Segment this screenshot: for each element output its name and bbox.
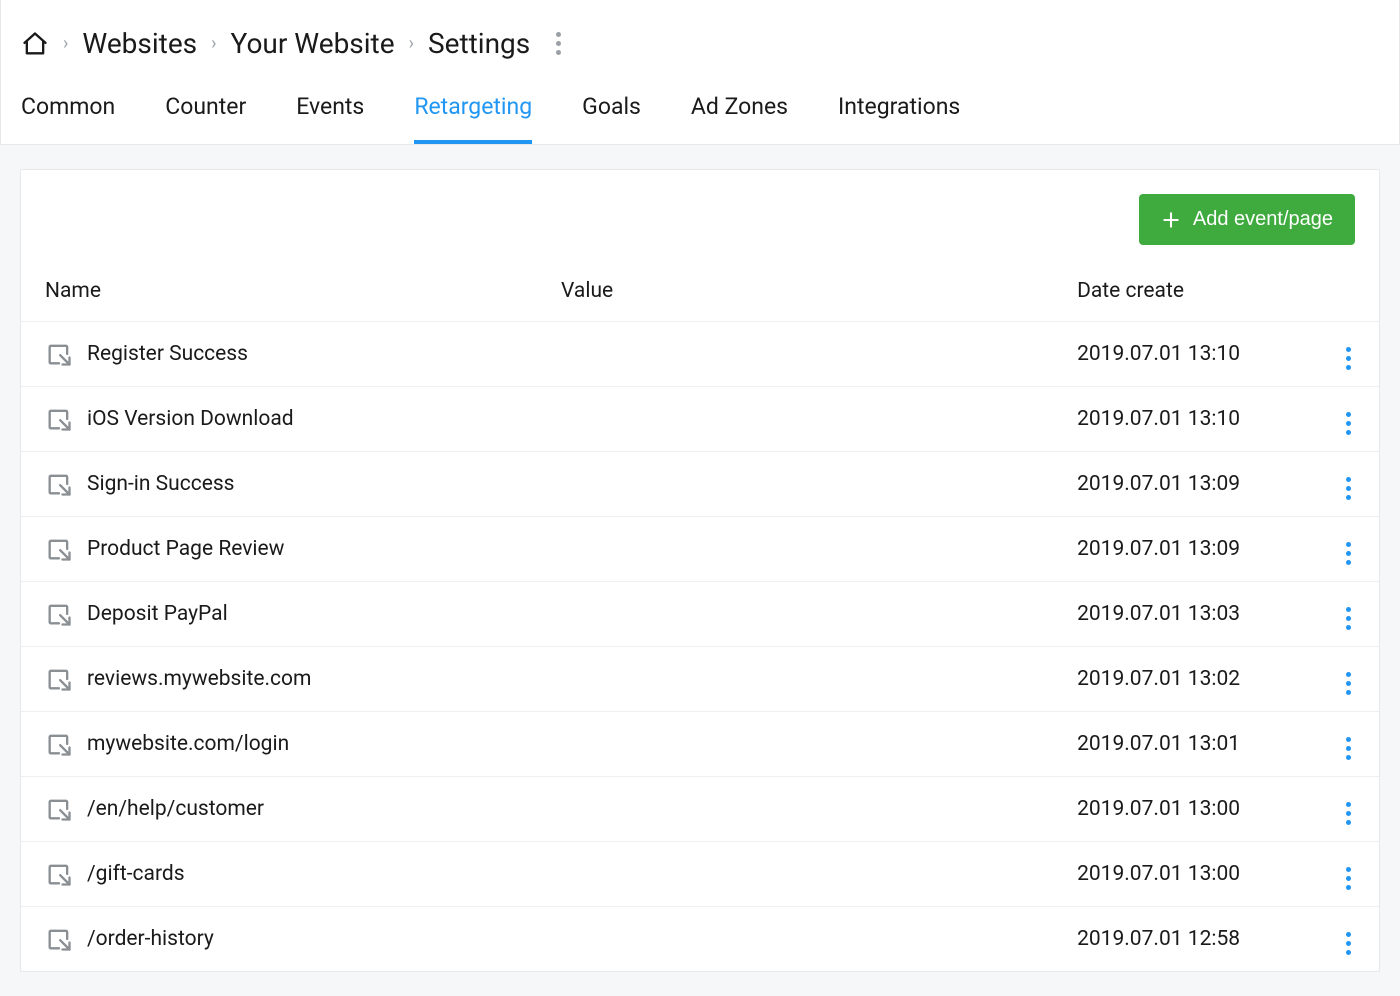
chevron-right-icon: › [63, 33, 68, 54]
chevron-right-icon: › [211, 33, 216, 54]
row-value [537, 582, 1053, 647]
row-value [537, 517, 1053, 582]
row-name: Register Success [87, 342, 248, 366]
table-row[interactable]: mywebsite.com/login 2019.07.01 13:01 [21, 712, 1379, 777]
row-actions-menu-icon[interactable] [1342, 928, 1355, 959]
breadcrumb-settings[interactable]: Settings [428, 27, 530, 60]
chevron-right-icon: › [409, 33, 414, 54]
page-cursor-icon [45, 535, 73, 563]
page-header: › Websites › Your Website › Settings Com… [0, 0, 1400, 145]
row-actions-menu-icon[interactable] [1342, 733, 1355, 764]
column-header-date: Date create [1053, 255, 1297, 322]
table-row[interactable]: /order-history 2019.07.01 12:58 [21, 907, 1379, 972]
page-cursor-icon [45, 340, 73, 368]
table-row[interactable]: Register Success 2019.07.01 13:10 [21, 322, 1379, 387]
row-name: Deposit PayPal [87, 602, 228, 626]
row-name: Product Page Review [87, 537, 284, 561]
tab-retargeting[interactable]: Retargeting [414, 79, 532, 144]
row-name: /order-history [87, 927, 214, 951]
table-row[interactable]: Deposit PayPal 2019.07.01 13:03 [21, 582, 1379, 647]
row-value [537, 452, 1053, 517]
row-date: 2019.07.01 13:10 [1053, 322, 1297, 387]
breadcrumb: › Websites › Your Website › Settings [21, 0, 1379, 79]
row-value [537, 842, 1053, 907]
row-value [537, 907, 1053, 972]
retargeting-card: Add event/page Name Value Date create Re… [20, 169, 1380, 972]
plus-icon [1161, 210, 1181, 230]
row-name: iOS Version Download [87, 407, 294, 431]
page-cursor-icon [45, 405, 73, 433]
row-date: 2019.07.01 13:01 [1053, 712, 1297, 777]
table-row[interactable]: iOS Version Download 2019.07.01 13:10 [21, 387, 1379, 452]
page-cursor-icon [45, 470, 73, 498]
column-header-value: Value [537, 255, 1053, 322]
row-value [537, 712, 1053, 777]
row-actions-menu-icon[interactable] [1342, 473, 1355, 504]
card-toolbar: Add event/page [21, 170, 1379, 255]
tab-counter[interactable]: Counter [165, 79, 246, 144]
row-value [537, 647, 1053, 712]
tab-goals[interactable]: Goals [582, 79, 641, 144]
row-name: /gift-cards [87, 862, 185, 886]
table-row[interactable]: Product Page Review 2019.07.01 13:09 [21, 517, 1379, 582]
row-date: 2019.07.01 12:58 [1053, 907, 1297, 972]
row-date: 2019.07.01 13:09 [1053, 517, 1297, 582]
events-table: Name Value Date create Register Success 2… [21, 255, 1379, 971]
row-actions-menu-icon[interactable] [1342, 863, 1355, 894]
page-cursor-icon [45, 925, 73, 953]
row-date: 2019.07.01 13:10 [1053, 387, 1297, 452]
tab-events[interactable]: Events [296, 79, 364, 144]
home-icon[interactable] [21, 30, 49, 58]
breadcrumb-websites[interactable]: Websites [82, 27, 197, 60]
row-date: 2019.07.01 13:00 [1053, 842, 1297, 907]
row-name: reviews.mywebsite.com [87, 667, 311, 691]
page-cursor-icon [45, 730, 73, 758]
table-row[interactable]: Sign-in Success 2019.07.01 13:09 [21, 452, 1379, 517]
page-cursor-icon [45, 665, 73, 693]
page-cursor-icon [45, 860, 73, 888]
content: Add event/page Name Value Date create Re… [0, 145, 1400, 996]
row-date: 2019.07.01 13:00 [1053, 777, 1297, 842]
column-header-actions [1298, 255, 1380, 322]
add-button-label: Add event/page [1193, 208, 1333, 231]
row-actions-menu-icon[interactable] [1342, 343, 1355, 374]
row-actions-menu-icon[interactable] [1342, 668, 1355, 699]
breadcrumb-menu-icon[interactable] [550, 26, 567, 61]
row-date: 2019.07.01 13:03 [1053, 582, 1297, 647]
tab-integrations[interactable]: Integrations [838, 79, 960, 144]
column-header-name: Name [21, 255, 537, 322]
row-value [537, 387, 1053, 452]
row-date: 2019.07.01 13:09 [1053, 452, 1297, 517]
row-name: mywebsite.com/login [87, 732, 289, 756]
row-name: /en/help/customer [87, 797, 264, 821]
row-date: 2019.07.01 13:02 [1053, 647, 1297, 712]
page-cursor-icon [45, 600, 73, 628]
row-value [537, 322, 1053, 387]
row-actions-menu-icon[interactable] [1342, 408, 1355, 439]
breadcrumb-your-website[interactable]: Your Website [231, 27, 395, 60]
row-name: Sign-in Success [87, 472, 235, 496]
row-actions-menu-icon[interactable] [1342, 603, 1355, 634]
add-event-page-button[interactable]: Add event/page [1139, 194, 1355, 245]
table-row[interactable]: /en/help/customer 2019.07.01 13:00 [21, 777, 1379, 842]
row-value [537, 777, 1053, 842]
tab-ad-zones[interactable]: Ad Zones [691, 79, 788, 144]
row-actions-menu-icon[interactable] [1342, 798, 1355, 829]
table-row[interactable]: reviews.mywebsite.com 2019.07.01 13:02 [21, 647, 1379, 712]
table-row[interactable]: /gift-cards 2019.07.01 13:00 [21, 842, 1379, 907]
tabs: Common Counter Events Retargeting Goals … [21, 79, 1379, 144]
page-cursor-icon [45, 795, 73, 823]
tab-common[interactable]: Common [21, 79, 115, 144]
row-actions-menu-icon[interactable] [1342, 538, 1355, 569]
